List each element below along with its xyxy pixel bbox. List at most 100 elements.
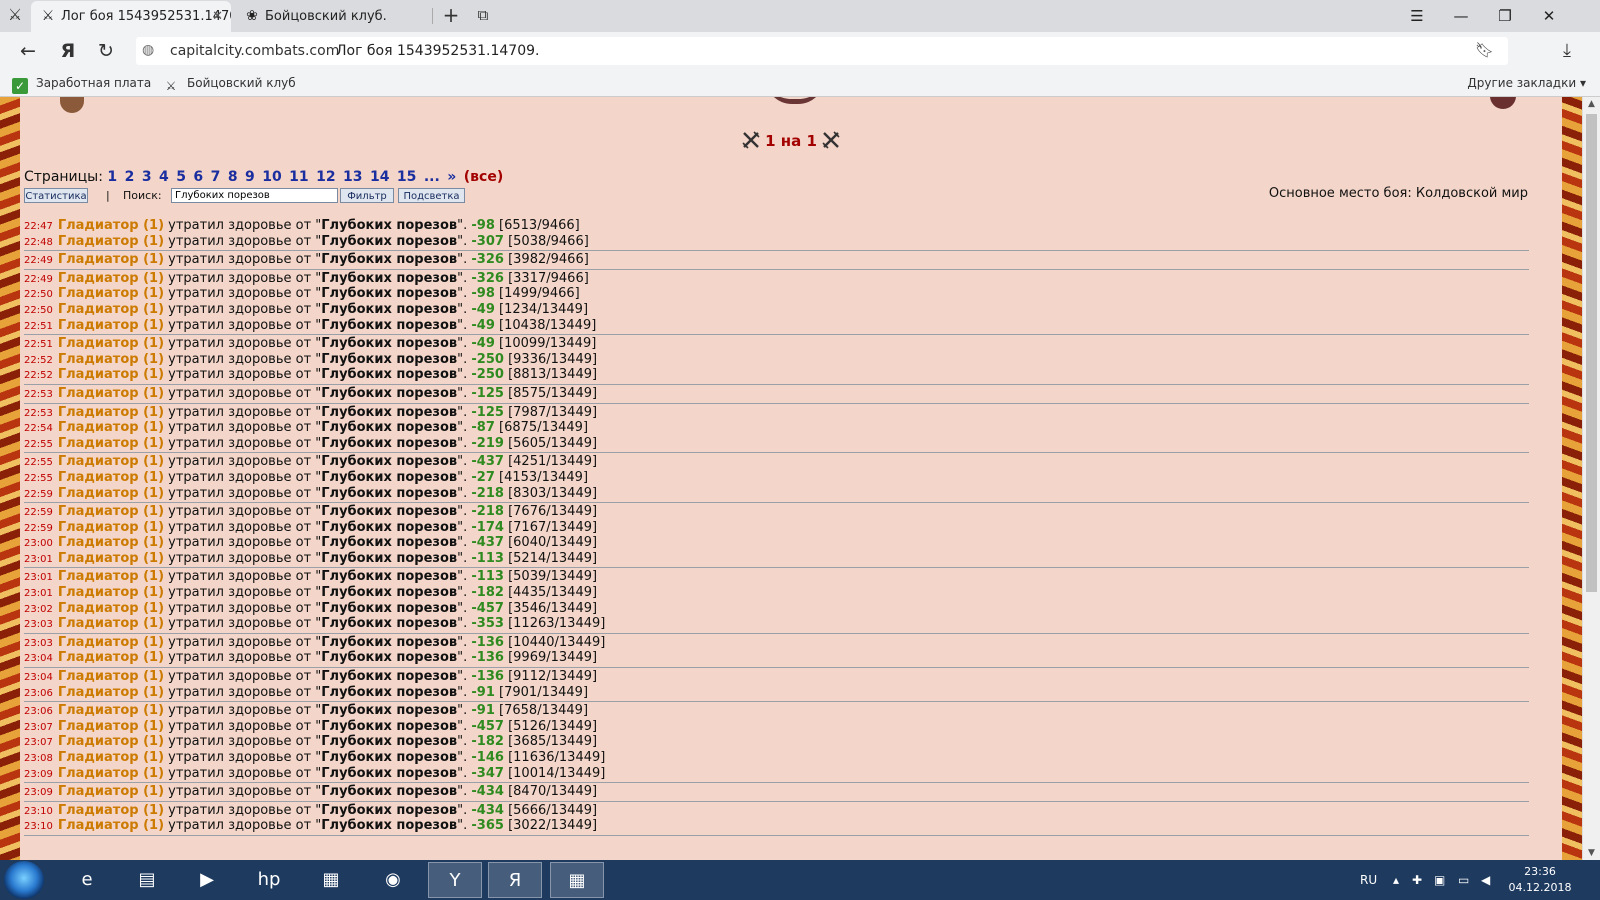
warrior-name[interactable]: Гладиатор (1) (58, 585, 164, 600)
yandex-icon[interactable]: Я (488, 862, 542, 898)
warrior-name[interactable]: Гладиатор (1) (58, 504, 164, 519)
log-time[interactable]: 23:10 (24, 806, 53, 817)
restore-icon[interactable]: ❐ (1484, 0, 1526, 32)
log-time[interactable]: 22:50 (24, 289, 53, 300)
tray-expand-icon[interactable]: ▴ (1393, 860, 1399, 900)
warrior-name[interactable]: Гладиатор (1) (58, 601, 164, 616)
log-time[interactable]: 23:00 (24, 538, 53, 549)
warrior-name[interactable]: Гладиатор (1) (58, 784, 164, 799)
warrior-name[interactable]: Гладиатор (1) (58, 218, 164, 233)
page-link[interactable]: 2 (125, 169, 135, 185)
yandex-browser-icon[interactable]: Y (428, 862, 482, 898)
minimize-icon[interactable]: — (1440, 0, 1482, 32)
yandex-icon[interactable]: Я (56, 39, 80, 63)
calculator-icon[interactable]: ▦ (550, 862, 604, 898)
start-button[interactable] (4, 861, 44, 899)
search-input[interactable] (171, 188, 338, 203)
warrior-name[interactable]: Гладиатор (1) (58, 486, 164, 501)
log-time[interactable]: 23:08 (24, 753, 53, 764)
log-time[interactable]: 22:55 (24, 473, 53, 484)
other-bookmarks[interactable]: Другие закладки ▾ (1467, 70, 1586, 96)
device-icon[interactable]: ▣ (1434, 860, 1445, 900)
warrior-name[interactable]: Гладиатор (1) (58, 750, 164, 765)
log-time[interactable]: 23:01 (24, 554, 53, 565)
log-time[interactable]: 22:48 (24, 237, 53, 248)
page-link[interactable]: 7 (211, 169, 221, 185)
warrior-name[interactable]: Гладиатор (1) (58, 286, 164, 301)
warrior-name[interactable]: Гладиатор (1) (58, 352, 164, 367)
warrior-name[interactable]: Гладиатор (1) (58, 336, 164, 351)
volume-icon[interactable]: ◀ (1481, 860, 1490, 900)
antivirus-icon[interactable]: ✚ (1412, 860, 1422, 900)
warrior-name[interactable]: Гладиатор (1) (58, 635, 164, 650)
log-time[interactable]: 23:01 (24, 588, 53, 599)
tab-battle-log[interactable]: ⚔ Лог боя 1543952531.14709. ✕ (31, 1, 231, 32)
office-icon[interactable]: ▦ (304, 862, 358, 898)
all-pages-link[interactable]: (все) (464, 169, 503, 185)
warrior-name[interactable]: Гладиатор (1) (58, 436, 164, 451)
language-indicator[interactable]: RU (1360, 860, 1377, 900)
log-time[interactable]: 22:55 (24, 457, 53, 468)
close-window-icon[interactable]: ✕ (1528, 0, 1570, 32)
log-time[interactable]: 22:50 (24, 305, 53, 316)
log-time[interactable]: 22:59 (24, 507, 53, 518)
log-time[interactable]: 22:52 (24, 355, 53, 366)
log-time[interactable]: 23:06 (24, 688, 53, 699)
log-time[interactable]: 23:10 (24, 821, 53, 832)
log-time[interactable]: 22:49 (24, 255, 53, 266)
scroll-up-icon[interactable]: ▲ (1583, 97, 1600, 111)
tabs-overview-icon[interactable]: ⧉ (472, 4, 494, 26)
warrior-name[interactable]: Гладиатор (1) (58, 719, 164, 734)
back-icon[interactable]: ← (16, 39, 40, 63)
warrior-name[interactable]: Гладиатор (1) (58, 669, 164, 684)
warrior-name[interactable]: Гладиатор (1) (58, 405, 164, 420)
log-time[interactable]: 23:04 (24, 672, 53, 683)
warrior-name[interactable]: Гладиатор (1) (58, 818, 164, 833)
page-link[interactable]: 6 (193, 169, 203, 185)
menu-icon[interactable]: ☰ (1396, 0, 1438, 32)
page-link[interactable]: 10 (262, 169, 281, 185)
filter-button[interactable]: Фильтр (340, 188, 394, 203)
warrior-name[interactable]: Гладиатор (1) (58, 318, 164, 333)
page-link[interactable]: 13 (343, 169, 362, 185)
page-link[interactable]: 3 (142, 169, 152, 185)
page-link[interactable]: 11 (289, 169, 308, 185)
log-time[interactable]: 22:52 (24, 370, 53, 381)
url-field[interactable]: ◍ capitalcity.combats.com Лог боя 154395… (136, 37, 1508, 65)
new-tab-icon[interactable]: + (440, 4, 462, 26)
warrior-name[interactable]: Гладиатор (1) (58, 454, 164, 469)
explorer-icon[interactable]: ▤ (120, 862, 174, 898)
page-link[interactable]: 1 (107, 169, 117, 185)
warrior-name[interactable]: Гладиатор (1) (58, 252, 164, 267)
hp-icon[interactable]: hp (242, 862, 296, 898)
close-icon[interactable]: ✕ (212, 1, 223, 32)
warrior-name[interactable]: Гладиатор (1) (58, 271, 164, 286)
warrior-name[interactable]: Гладиатор (1) (58, 367, 164, 382)
warrior-name[interactable]: Гладиатор (1) (58, 734, 164, 749)
browser-menu-icon[interactable]: ⚔ (6, 6, 24, 24)
bookmark-icon[interactable]: 🔖︎ (1475, 41, 1494, 59)
log-time[interactable]: 22:53 (24, 408, 53, 419)
warrior-name[interactable]: Гладиатор (1) (58, 234, 164, 249)
log-time[interactable]: 23:07 (24, 722, 53, 733)
log-time[interactable]: 23:03 (24, 619, 53, 630)
statistics-button[interactable]: Статистика (24, 188, 88, 203)
log-time[interactable]: 22:54 (24, 423, 53, 434)
page-link[interactable]: 12 (316, 169, 335, 185)
page-link[interactable]: 5 (176, 169, 186, 185)
log-time[interactable]: 22:51 (24, 321, 53, 332)
page-link[interactable]: 9 (245, 169, 255, 185)
log-time[interactable]: 23:02 (24, 604, 53, 615)
page-link[interactable]: 4 (159, 169, 169, 185)
ie-icon[interactable]: e (60, 862, 114, 898)
log-time[interactable]: 22:59 (24, 523, 53, 534)
chrome-icon[interactable]: ◉ (366, 862, 420, 898)
warrior-name[interactable]: Гладиатор (1) (58, 766, 164, 781)
page-link[interactable]: » (447, 169, 456, 185)
page-link[interactable]: 14 (370, 169, 389, 185)
log-time[interactable]: 22:49 (24, 274, 53, 285)
network-icon[interactable]: ▭ (1458, 860, 1469, 900)
vertical-scrollbar[interactable]: ▲ ▼ (1582, 97, 1600, 860)
warrior-name[interactable]: Гладиатор (1) (58, 803, 164, 818)
highlight-button[interactable]: Подсветка (398, 188, 465, 203)
